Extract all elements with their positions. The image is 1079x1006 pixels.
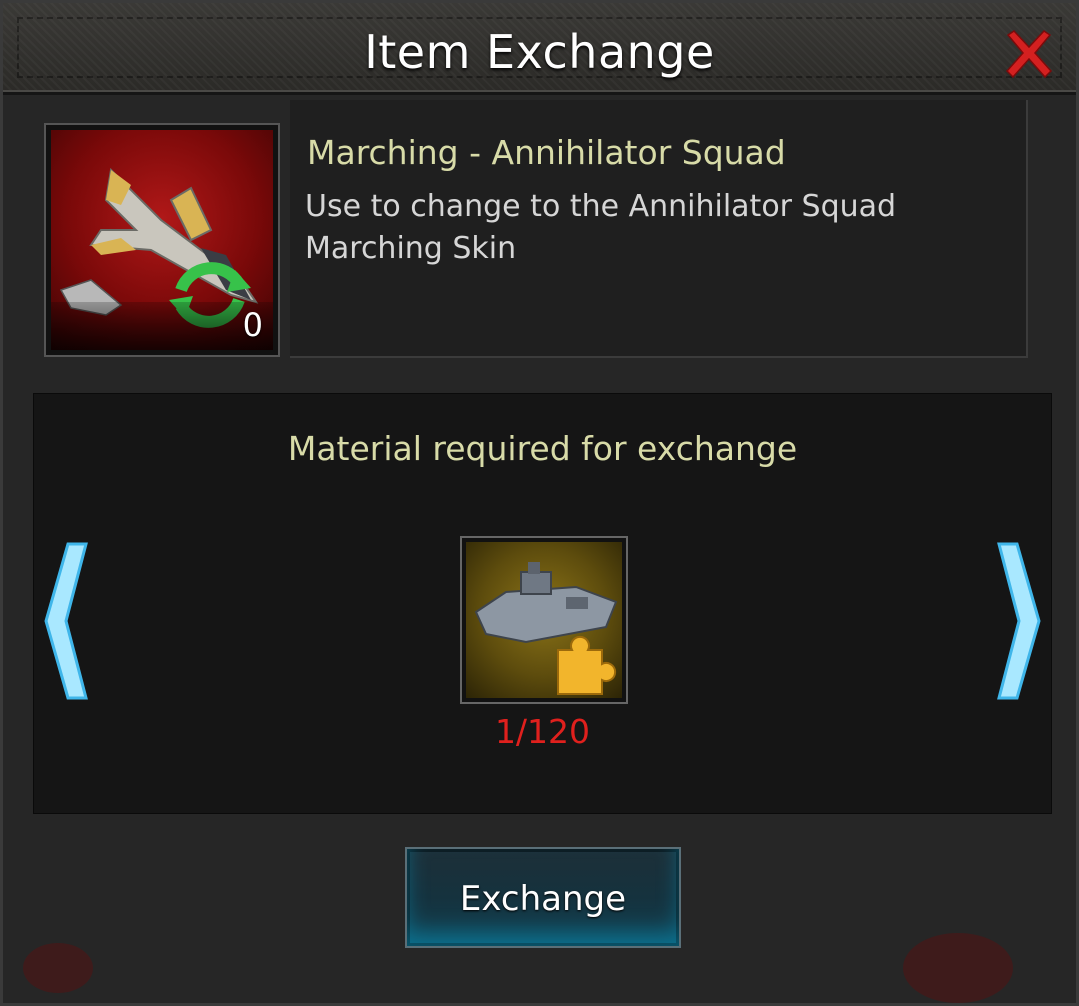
fighter-jet-skin-icon: 0 — [51, 130, 273, 350]
next-button[interactable] — [995, 540, 1045, 702]
chevron-left-icon — [44, 542, 88, 700]
item-count-bar — [51, 302, 273, 350]
blood-splatter-decoration — [903, 933, 1013, 1003]
item-info-box: Marching - Annihilator Squad Use to chan… — [290, 100, 1028, 358]
warship-puzzle-illustration — [474, 562, 618, 695]
material-heading: Material required for exchange — [287, 429, 798, 468]
material-progress: 1/120 — [494, 712, 591, 751]
dialog-header: Item Exchange — [3, 3, 1076, 95]
close-button[interactable] — [1004, 29, 1054, 79]
exchange-button[interactable]: Exchange — [405, 847, 681, 948]
material-icon-frame[interactable] — [460, 536, 628, 704]
close-x-icon — [1005, 30, 1053, 79]
dialog-title: Item Exchange — [364, 25, 715, 79]
previous-button[interactable] — [40, 540, 90, 702]
warship-puzzle-piece-icon — [466, 542, 622, 698]
item-icon-frame[interactable]: 0 — [44, 123, 280, 357]
item-count: 0 — [242, 306, 263, 344]
item-exchange-dialog: Item Exchange 0 Marching - Annihilator S… — [0, 0, 1079, 1006]
chevron-right-icon — [997, 542, 1041, 700]
blood-splatter-decoration — [23, 943, 93, 993]
item-name: Marching - Annihilator Squad — [307, 133, 786, 172]
material-panel: Material required for exchange 1/120 — [33, 393, 1052, 814]
exchange-button-label: Exchange — [459, 879, 627, 919]
item-description: Use to change to the Annihilator Squad M… — [305, 189, 897, 266]
